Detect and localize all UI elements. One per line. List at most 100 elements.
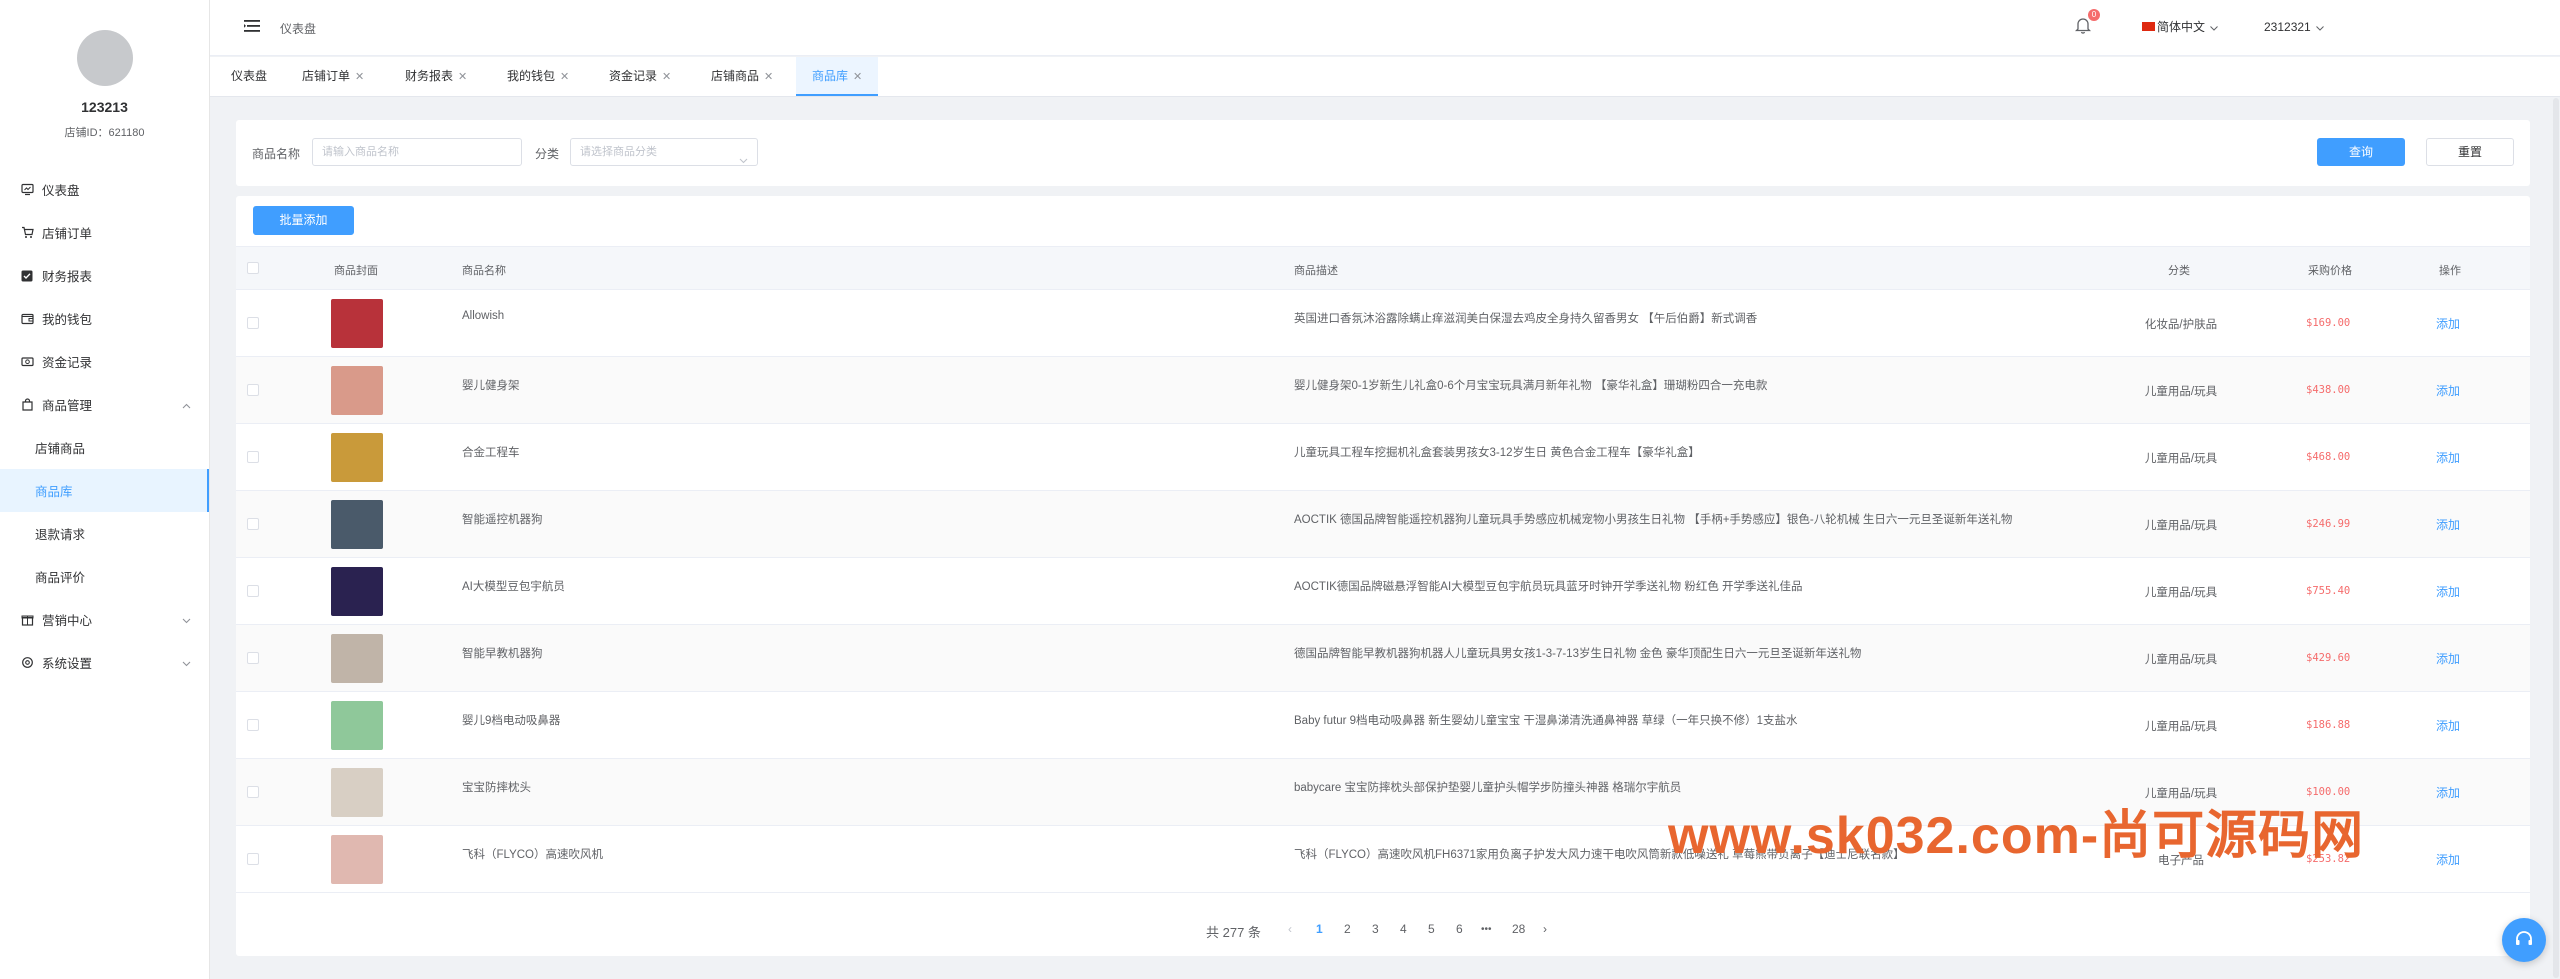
tab-shop-goods[interactable]: 店铺商品 ✕ <box>711 57 773 96</box>
tab-shop-orders[interactable]: 店铺订单 ✕ <box>302 57 364 96</box>
close-icon[interactable]: ✕ <box>355 71 364 83</box>
sidebar-item-marketing[interactable]: 营销中心 <box>0 598 209 641</box>
purchase-price: $468.00 <box>2306 451 2351 463</box>
page-number[interactable]: 6 <box>1456 922 1463 936</box>
page-number[interactable]: 4 <box>1400 922 1407 936</box>
tab-label: 店铺商品 <box>711 69 760 83</box>
sidebar-item-settings[interactable]: 系统设置 <box>0 641 209 684</box>
page-ellipsis[interactable]: ••• <box>1481 924 1492 935</box>
add-product-link[interactable]: 添加 <box>2436 717 2460 734</box>
product-name: 合金工程车 <box>462 447 520 459</box>
goods-icon <box>20 398 34 412</box>
sidebar-item-fund-records[interactable]: 资金记录 <box>0 340 209 383</box>
close-icon[interactable]: ✕ <box>764 71 773 83</box>
language-label: 简体中文 <box>2157 20 2206 34</box>
page-number[interactable]: 28 <box>1512 922 1525 936</box>
table-row: 智能早教机器狗 德国品牌智能早教机器狗机器人儿童玩具男女孩1-3-7-13岁生日礼… <box>236 625 2530 692</box>
sidebar-subitem-label: 商品库 <box>35 485 73 499</box>
add-product-link[interactable]: 添加 <box>2436 583 2460 600</box>
close-icon[interactable]: ✕ <box>662 71 671 83</box>
headset-icon <box>2514 930 2534 951</box>
breadcrumb[interactable]: 仪表盘 <box>280 20 316 37</box>
product-cover-image <box>331 835 383 884</box>
tab-finance[interactable]: 财务报表 ✕ <box>405 57 467 96</box>
tab-label: 商品库 <box>812 69 849 83</box>
product-cover-image <box>331 567 383 616</box>
page-number[interactable]: 3 <box>1372 922 1379 936</box>
close-icon[interactable]: ✕ <box>560 71 569 83</box>
sidebar-subitem-goods-library[interactable]: 商品库 <box>0 469 209 512</box>
row-checkbox[interactable] <box>247 317 259 329</box>
row-checkbox[interactable] <box>247 853 259 865</box>
bell-icon[interactable] <box>2074 17 2092 37</box>
next-page-icon[interactable]: › <box>1543 922 1547 936</box>
chevron-down-icon <box>2210 20 2218 34</box>
add-product-link[interactable]: 添加 <box>2436 851 2460 868</box>
row-checkbox[interactable] <box>247 518 259 530</box>
add-product-link[interactable]: 添加 <box>2436 516 2460 533</box>
table-row: AI大模型豆包宇航员 AOCTIK德国品牌磁悬浮智能AI大模型豆包宇航员玩具蓝牙时… <box>236 558 2530 625</box>
hamburger-menu-icon[interactable] <box>244 19 260 36</box>
batch-add-button[interactable]: 批量添加 <box>253 206 354 235</box>
select-all-checkbox[interactable] <box>247 262 259 274</box>
watermark: www.sk032.com-尚可源码网 <box>1668 807 2365 865</box>
row-checkbox[interactable] <box>247 786 259 798</box>
add-product-link[interactable]: 添加 <box>2436 784 2460 801</box>
tab-label: 财务报表 <box>405 69 454 83</box>
sidebar-subitem-goods-reviews[interactable]: 商品评价 <box>0 555 209 598</box>
sidebar-subitem-refund-requests[interactable]: 退款请求 <box>0 512 209 555</box>
sidebar-item-label: 商品管理 <box>42 399 93 413</box>
query-button[interactable]: 查询 <box>2317 138 2405 166</box>
product-category: 儿童用品/玩具 <box>2144 721 2218 733</box>
product-name: Allowish <box>462 310 505 322</box>
prev-page-icon[interactable]: ‹ <box>1288 922 1292 936</box>
purchase-price: $169.00 <box>2306 317 2351 329</box>
row-checkbox[interactable] <box>247 585 259 597</box>
sidebar-item-wallet[interactable]: 我的钱包 <box>0 297 209 340</box>
tab-goods-library[interactable]: 商品库 ✕ <box>796 57 879 96</box>
row-checkbox[interactable] <box>247 451 259 463</box>
sidebar-item-goods-management[interactable]: 商品管理 <box>0 383 209 426</box>
add-product-link[interactable]: 添加 <box>2436 382 2460 399</box>
page-number[interactable]: 2 <box>1344 922 1351 936</box>
product-category: 儿童用品/玩具 <box>2144 654 2218 666</box>
checkbox-icon <box>20 269 34 283</box>
close-icon[interactable]: ✕ <box>853 71 862 83</box>
category-label: 分类 <box>535 147 560 161</box>
sidebar-subitem-shop-goods[interactable]: 店铺商品 <box>0 426 209 469</box>
category-select[interactable]: 请选择商品分类 <box>570 138 758 166</box>
close-icon[interactable]: ✕ <box>458 71 467 83</box>
page-scrollbar[interactable] <box>2553 98 2559 978</box>
product-name: 婴儿9档电动吸鼻器 <box>462 715 561 727</box>
add-product-link[interactable]: 添加 <box>2436 315 2460 332</box>
wallet-icon <box>20 312 34 326</box>
language-selector[interactable]: 简体中文 <box>2142 18 2218 35</box>
gift-icon <box>20 613 34 627</box>
add-product-link[interactable]: 添加 <box>2436 449 2460 466</box>
tab-wallet[interactable]: 我的钱包 ✕ <box>507 57 569 96</box>
tab-dashboard[interactable]: 仪表盘 <box>231 57 267 96</box>
reset-button[interactable]: 重置 <box>2426 138 2514 166</box>
product-cover-image <box>331 701 383 750</box>
column-header-action: 操作 <box>2439 265 2461 277</box>
sidebar-item-shop-orders[interactable]: 店铺订单 <box>0 211 209 254</box>
page-number[interactable]: 5 <box>1428 922 1435 936</box>
sidebar: 123213 店铺ID：621180 仪表盘 店铺订单 财务报表 我的钱包 资金… <box>0 0 210 979</box>
customer-service-button[interactable] <box>2502 918 2546 962</box>
table-row: Allowish 英国进口香氛沐浴露除螨止痒滋润美白保湿去鸡皮全身持久留香男女 【… <box>236 290 2530 357</box>
user-menu[interactable]: 2312321 <box>2264 20 2324 34</box>
tab-fund-records[interactable]: 资金记录 ✕ <box>609 57 671 96</box>
page-number[interactable]: 1 <box>1316 922 1323 936</box>
add-product-link[interactable]: 添加 <box>2436 650 2460 667</box>
row-checkbox[interactable] <box>247 652 259 664</box>
sidebar-item-dashboard[interactable]: 仪表盘 <box>0 168 209 211</box>
purchase-price: $186.88 <box>2306 719 2351 731</box>
profile: 123213 店铺ID：621180 <box>0 0 209 168</box>
avatar[interactable] <box>76 30 133 86</box>
sidebar-subitem-label: 店铺商品 <box>35 442 86 456</box>
column-header-name: 商品名称 <box>462 265 506 277</box>
product-name-input[interactable]: 请输入商品名称 <box>312 138 522 166</box>
sidebar-item-finance[interactable]: 财务报表 <box>0 254 209 297</box>
row-checkbox[interactable] <box>247 719 259 731</box>
row-checkbox[interactable] <box>247 384 259 396</box>
